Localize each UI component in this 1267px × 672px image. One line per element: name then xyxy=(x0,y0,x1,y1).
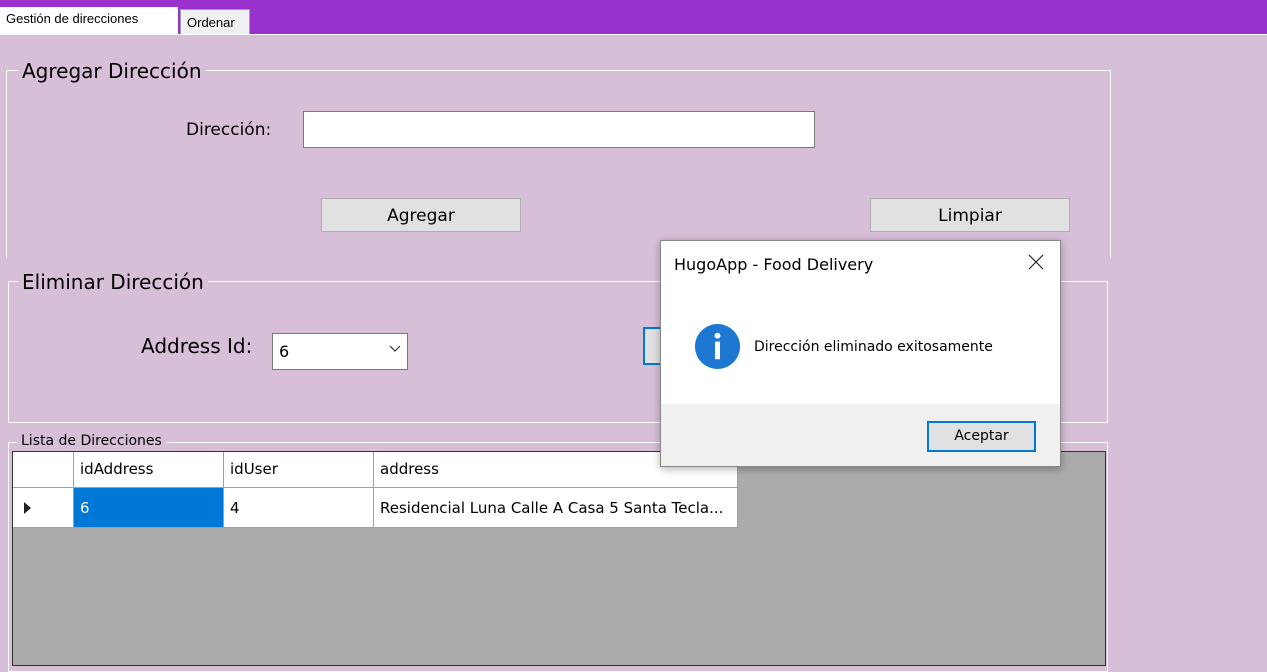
table-cell-idaddress[interactable]: 6 xyxy=(74,488,224,528)
table-cell-iduser[interactable]: 4 xyxy=(224,488,374,528)
address-label: Dirección: xyxy=(186,120,272,140)
dialog-footer: Aceptar xyxy=(661,404,1060,466)
address-id-label: Address Id: xyxy=(141,334,253,358)
add-address-group-title: Agregar Dirección xyxy=(18,57,206,85)
info-icon xyxy=(694,323,741,370)
dialog-title: HugoApp - Food Delivery xyxy=(674,255,874,274)
clear-button[interactable]: Limpiar xyxy=(870,198,1070,232)
dialog-message: Dirección eliminado exitosamente xyxy=(754,339,993,355)
address-grid[interactable]: idAddress idUser address 6 4 Residencial… xyxy=(12,451,1106,666)
row-header-corner xyxy=(13,452,74,488)
table-cell-address[interactable]: Residencial Luna Calle A Casa 5 Santa Te… xyxy=(374,488,738,528)
column-header-idaddress[interactable]: idAddress xyxy=(74,452,224,488)
add-button[interactable]: Agregar xyxy=(321,198,521,232)
row-selector[interactable] xyxy=(13,488,74,528)
ok-button[interactable]: Aceptar xyxy=(927,421,1036,452)
address-input[interactable] xyxy=(303,111,815,148)
row-pointer-icon xyxy=(24,502,31,514)
delete-address-group-title: Eliminar Dirección xyxy=(18,268,208,296)
tab-address-management[interactable]: Gestión de direcciones xyxy=(0,7,178,35)
address-id-value: 6 xyxy=(279,342,290,361)
address-list-group-title: Lista de Direcciones xyxy=(17,432,166,450)
chevron-down-icon xyxy=(389,345,401,352)
close-icon[interactable] xyxy=(1026,252,1046,272)
address-id-select[interactable]: 6 xyxy=(272,333,408,370)
column-header-iduser[interactable]: idUser xyxy=(224,452,374,488)
message-dialog: HugoApp - Food Delivery Dirección elimin… xyxy=(660,240,1061,467)
tab-order[interactable]: Ordenar xyxy=(180,9,250,34)
tab-strip: Gestión de direcciones Ordenar xyxy=(0,0,1267,35)
